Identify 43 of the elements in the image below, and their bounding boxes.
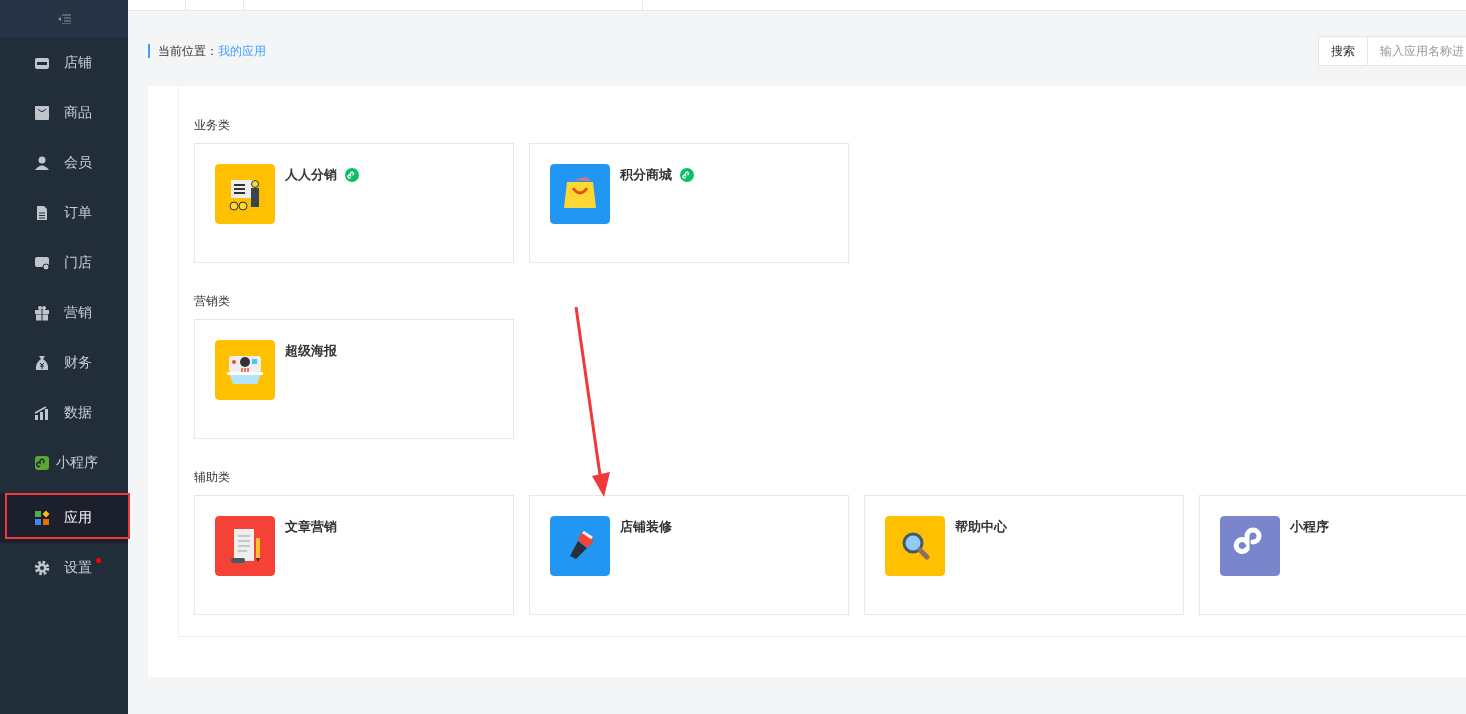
section-title: 营销类 (194, 293, 231, 310)
section-title: 业务类 (194, 117, 231, 134)
sidebar-item[interactable]: 财务 (0, 338, 128, 388)
app-name: 帮助中心 (955, 518, 1007, 536)
search-field[interactable]: 输入应用名称进 (1368, 36, 1466, 66)
app-name: 超级海报 (285, 342, 337, 360)
app-name: 人人分销 (285, 166, 337, 184)
money-bag-icon (34, 355, 50, 371)
storefront-icon (34, 255, 50, 271)
app-name: 积分商城 (620, 166, 672, 184)
sidebar-item[interactable]: 商品 (0, 88, 128, 138)
document-icon (34, 205, 50, 221)
sidebar-item[interactable]: 会员 (0, 138, 128, 188)
section-title: 辅助类 (194, 469, 231, 486)
sidebar-item[interactable]: 应用 (0, 493, 128, 543)
settings-icon (34, 560, 50, 576)
sidebar-item[interactable]: 小程序 (0, 438, 128, 488)
bar-chart-icon (34, 405, 50, 421)
app-card[interactable]: 文章营销 (194, 495, 514, 615)
sidebar-item[interactable]: 设置 (0, 543, 128, 593)
app-card[interactable]: 超级海报 (194, 319, 514, 439)
person-icon (34, 155, 50, 171)
app-card[interactable]: 积分商城 (529, 143, 849, 263)
sidebar-item[interactable]: 订单 (0, 188, 128, 238)
sidebar-item[interactable]: 营销 (0, 288, 128, 338)
bag-icon (34, 105, 50, 121)
collapse-menu-icon[interactable] (57, 14, 71, 24)
app-card[interactable]: 店铺装修 (529, 495, 849, 615)
breadcrumb-label: 当前位置： (158, 44, 218, 58)
store-icon (34, 55, 50, 71)
search-button[interactable]: 搜索 (1318, 36, 1368, 66)
app-card[interactable]: 帮助中心 (864, 495, 1184, 615)
app-name: 小程序 (1290, 518, 1329, 536)
apps-icon (34, 510, 50, 526)
mini-program-icon (34, 455, 50, 471)
app-card[interactable]: 人人分销 (194, 143, 514, 263)
sidebar-item[interactable]: 数据 (0, 388, 128, 438)
sidebar-item[interactable]: 店铺 (0, 38, 128, 88)
sidebar-item[interactable]: 门店 (0, 238, 128, 288)
app-card[interactable]: 小程序 (1199, 495, 1466, 615)
gift-icon (34, 305, 50, 321)
app-name: 店铺装修 (620, 518, 672, 536)
app-name: 文章营销 (285, 518, 337, 536)
